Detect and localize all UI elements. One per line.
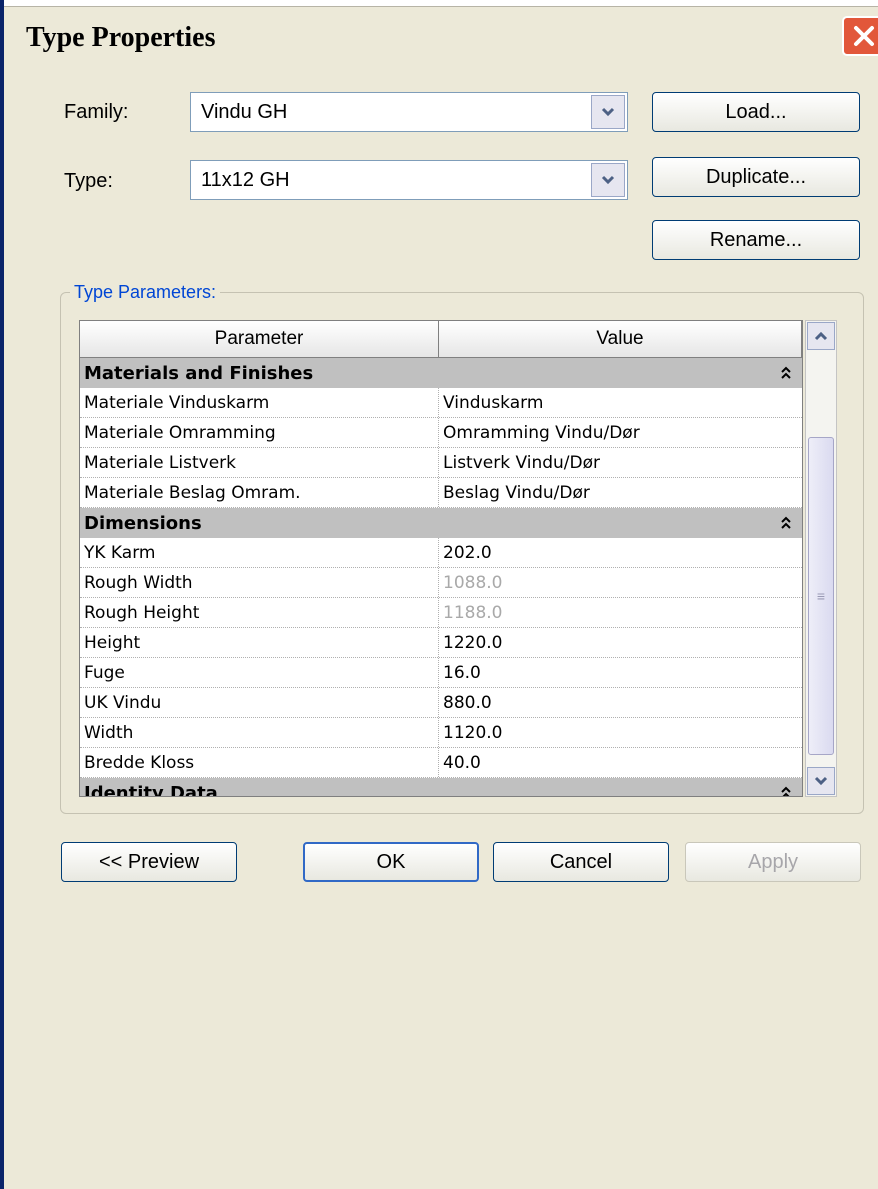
parameter-value[interactable]: 1220.0 [439, 628, 802, 657]
parameter-row[interactable]: Height 1220.0 [80, 628, 802, 658]
column-header-value[interactable]: Value [439, 321, 802, 357]
family-label: Family: [64, 101, 129, 123]
collapse-icon[interactable] [780, 366, 792, 380]
parameter-name: Height [80, 628, 439, 657]
parameter-name: Fuge [80, 658, 439, 687]
grid-header: Parameter Value [80, 321, 802, 358]
scroll-thumb[interactable]: ≡ [808, 437, 834, 755]
parameter-value[interactable]: Listverk Vindu/Dør [439, 448, 802, 477]
family-value: Vindu GH [201, 101, 288, 123]
group-name: Materials and Finishes [84, 362, 314, 384]
parameter-name: UK Vindu [80, 688, 439, 717]
collapse-icon[interactable] [780, 786, 792, 796]
group-header[interactable]: Dimensions [80, 508, 802, 538]
chevron-down-icon[interactable] [591, 95, 625, 129]
type-label: Type: [64, 170, 113, 192]
parameter-row[interactable]: Fuge 16.0 [80, 658, 802, 688]
parameter-value[interactable]: Omramming Vindu/Dør [439, 418, 802, 447]
collapse-icon[interactable] [780, 516, 792, 530]
parameter-value: 1088.0 [443, 572, 503, 593]
duplicate-button[interactable]: Duplicate... [652, 157, 860, 197]
parameter-row[interactable]: Materiale Beslag Omram. Beslag Vindu/Dør [80, 478, 802, 508]
parameter-name: Width [80, 718, 439, 747]
parameter-row[interactable]: Rough Width 1088.0 [80, 568, 802, 598]
parameter-value[interactable]: 16.0 [439, 658, 802, 687]
parameter-value[interactable]: 1120.0 [439, 718, 802, 747]
parameter-value[interactable]: 40.0 [439, 748, 802, 777]
parameters-grid: Parameter Value Materials and Finishes Ma… [79, 320, 803, 797]
parameter-row[interactable]: Width 1120.0 [80, 718, 802, 748]
parameter-name: Materiale Beslag Omram. [80, 478, 439, 507]
parameter-row[interactable]: Rough Height 1188.0 [80, 598, 802, 628]
parameter-value[interactable]: 202.0 [439, 538, 802, 567]
group-name: Identity Data [84, 782, 218, 797]
grid-body: Materials and Finishes Materiale Vinduska… [80, 358, 802, 797]
apply-button[interactable]: Apply [685, 842, 861, 882]
parameter-row[interactable]: YK Karm 202.0 [80, 538, 802, 568]
scroll-down-button[interactable] [807, 767, 835, 795]
parameter-value[interactable]: Vinduskarm [439, 388, 802, 417]
load-button[interactable]: Load... [652, 92, 860, 132]
cancel-button[interactable]: Cancel [493, 842, 669, 882]
type-combo[interactable]: 11x12 GH [190, 160, 628, 200]
parameter-name: Materiale Vinduskarm [80, 388, 439, 417]
chevron-down-icon [814, 776, 828, 786]
parameter-row[interactable]: Materiale Omramming Omramming Vindu/Dør [80, 418, 802, 448]
column-header-parameter[interactable]: Parameter [80, 321, 439, 357]
parameter-value[interactable]: Beslag Vindu/Dør [439, 478, 802, 507]
window-top-edge [0, 0, 878, 7]
parameter-name: Bredde Kloss [80, 748, 439, 777]
parameter-value: 1188.0 [443, 602, 503, 623]
close-button[interactable] [842, 16, 878, 56]
parameter-name: Rough Width [80, 568, 439, 597]
window-left-edge [0, 0, 4, 1189]
family-combo[interactable]: Vindu GH [190, 92, 628, 132]
scroll-up-button[interactable] [807, 322, 835, 350]
vertical-scrollbar[interactable]: ≡ [805, 320, 837, 797]
type-parameters-title: Type Parameters: [70, 282, 221, 303]
parameter-name: Rough Height [80, 598, 439, 627]
type-value: 11x12 GH [201, 169, 290, 191]
parameter-row[interactable]: UK Vindu 880.0 [80, 688, 802, 718]
rename-button[interactable]: Rename... [652, 220, 860, 260]
parameter-name: Materiale Listverk [80, 448, 439, 477]
group-header[interactable]: Materials and Finishes [80, 358, 802, 388]
preview-button[interactable]: << Preview [61, 842, 237, 882]
window-title: Type Properties [26, 22, 216, 53]
chevron-down-icon[interactable] [591, 163, 625, 197]
group-name: Dimensions [84, 512, 202, 534]
group-header[interactable]: Identity Data [80, 778, 802, 797]
ok-button[interactable]: OK [303, 842, 479, 882]
parameter-row[interactable]: Bredde Kloss 40.0 [80, 748, 802, 778]
chevron-up-icon [814, 331, 828, 341]
close-icon [854, 26, 874, 46]
title-bar: Type Properties [4, 10, 878, 68]
parameter-name: Materiale Omramming [80, 418, 439, 447]
parameter-name: YK Karm [80, 538, 439, 567]
parameter-value[interactable]: 880.0 [439, 688, 802, 717]
parameter-row[interactable]: Materiale Vinduskarm Vinduskarm [80, 388, 802, 418]
parameter-row[interactable]: Materiale Listverk Listverk Vindu/Dør [80, 448, 802, 478]
